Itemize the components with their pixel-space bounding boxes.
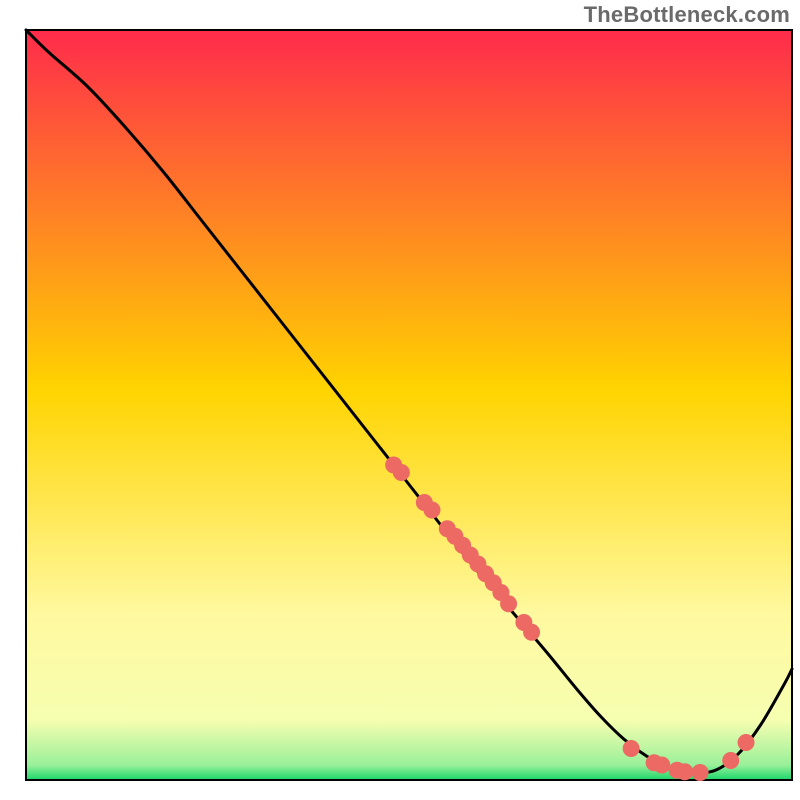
data-point <box>500 595 517 612</box>
data-point <box>676 763 693 780</box>
data-point <box>692 764 709 781</box>
data-point <box>722 752 739 769</box>
bottleneck-chart <box>0 0 800 800</box>
data-point <box>738 734 755 751</box>
data-point <box>653 757 670 774</box>
data-point <box>623 740 640 757</box>
plot-background <box>26 30 792 780</box>
data-point <box>523 624 540 641</box>
chart-container: TheBottleneck.com <box>0 0 800 800</box>
data-point <box>423 502 440 519</box>
data-point <box>393 464 410 481</box>
